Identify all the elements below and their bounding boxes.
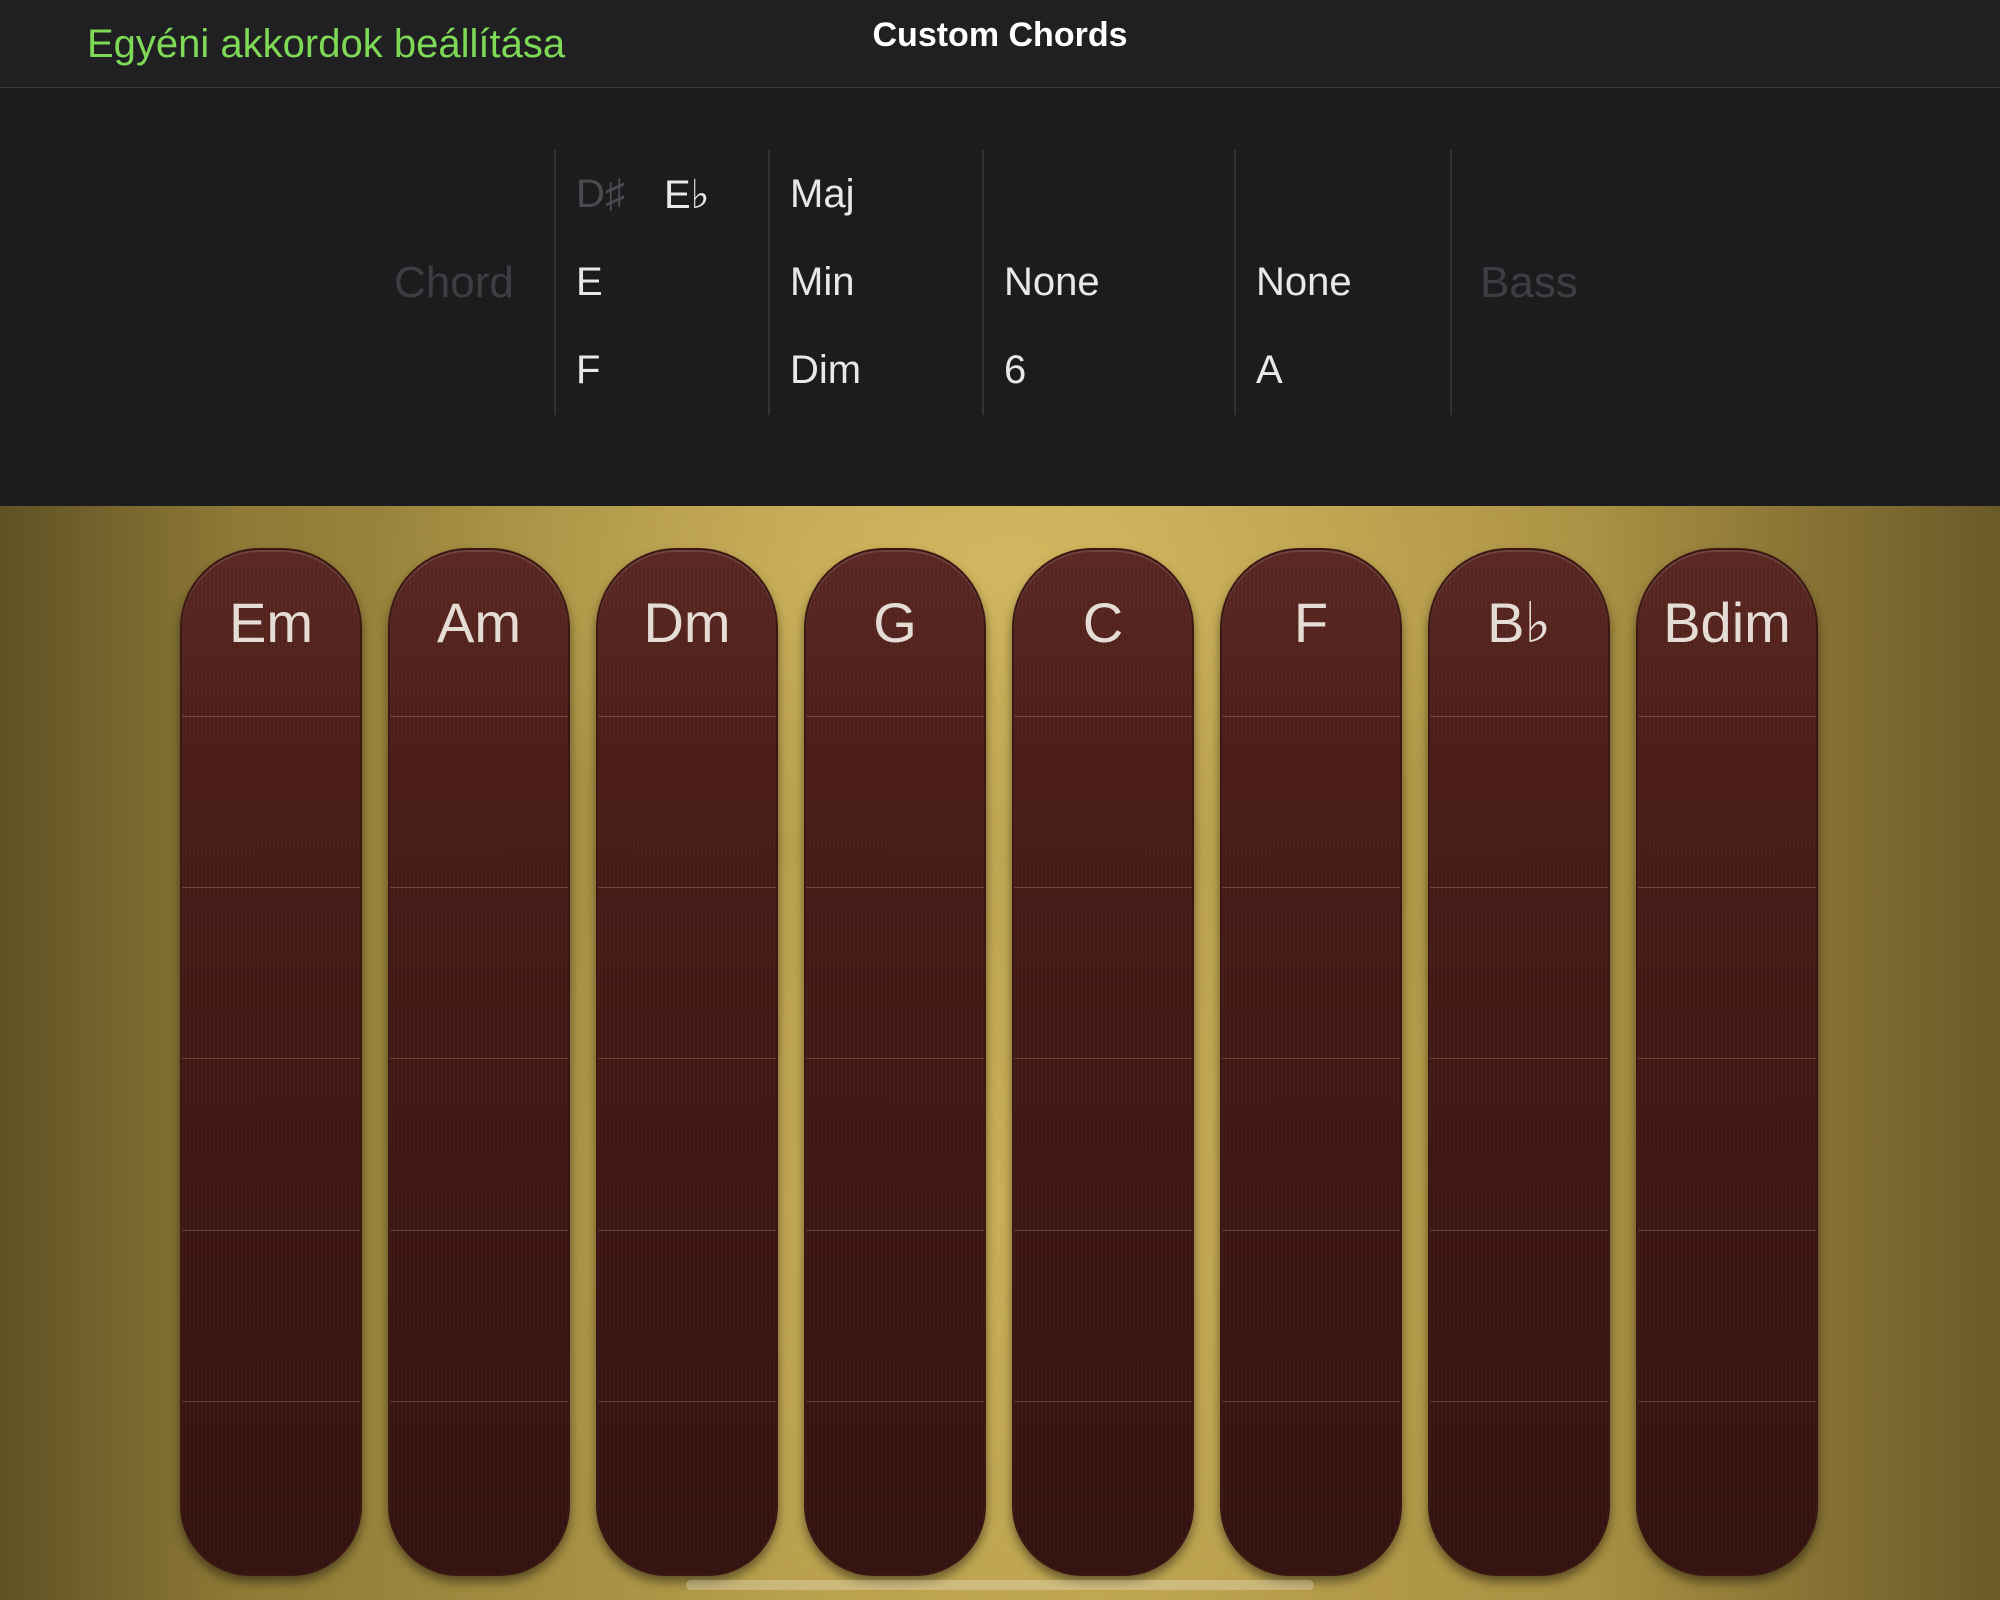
chord-strip-label: Am: [437, 591, 521, 654]
strip-divider: [1638, 887, 1816, 888]
chord-picker: Chord D♯ E♭ E F Maj Min Dim None 6 None …: [0, 88, 2000, 506]
home-indicator[interactable]: [686, 1580, 1314, 1590]
strip-divider: [806, 1230, 984, 1231]
chord-strip[interactable]: G: [804, 548, 986, 1576]
strip-divider: [1430, 1401, 1608, 1402]
strip-divider: [1014, 1401, 1192, 1402]
strip-divider: [598, 887, 776, 888]
root-option-d-sharp[interactable]: D♯: [576, 172, 625, 217]
chord-strip-label: F: [1293, 591, 1329, 654]
quality-option-maj[interactable]: Maj: [790, 172, 854, 217]
root-wheel[interactable]: D♯ E♭ E F: [554, 150, 768, 415]
bass-wheel[interactable]: None A: [1234, 150, 1452, 415]
strip-divider: [182, 1401, 360, 1402]
strip-divider: [1222, 1230, 1400, 1231]
chord-strips-area: Em Am Dm G C F B♭ Bdim: [0, 506, 2000, 1600]
strip-divider: [1014, 1230, 1192, 1231]
strip-divider: [390, 1058, 568, 1059]
strip-divider: [1638, 1230, 1816, 1231]
root-option-e-flat[interactable]: E♭: [664, 172, 710, 218]
strip-divider: [1222, 716, 1400, 717]
chord-strip[interactable]: Bdim: [1636, 548, 1818, 1576]
strip-divider: [806, 1401, 984, 1402]
extension-wheel[interactable]: None 6: [982, 150, 1196, 415]
quality-option-selected[interactable]: Min: [790, 260, 854, 305]
chord-strip[interactable]: Am: [388, 548, 570, 1576]
navigation-bar: Egyéni akkordok beállítása Custom Chords: [0, 0, 2000, 88]
strip-divider: [1222, 887, 1400, 888]
chord-strip-label: G: [873, 591, 917, 654]
extension-option-6[interactable]: 6: [1004, 348, 1026, 393]
strip-divider: [1014, 887, 1192, 888]
strip-divider: [1014, 716, 1192, 717]
chord-label: Chord: [394, 258, 514, 307]
bass-label: Bass: [1480, 258, 1578, 307]
strip-divider: [806, 887, 984, 888]
quality-option-dim[interactable]: Dim: [790, 348, 861, 393]
root-option-f[interactable]: F: [576, 348, 600, 393]
strip-divider: [598, 716, 776, 717]
bass-option-selected[interactable]: None: [1256, 260, 1352, 305]
strip-divider: [390, 887, 568, 888]
strip-divider: [598, 1401, 776, 1402]
strip-divider: [182, 1058, 360, 1059]
strip-divider: [598, 1058, 776, 1059]
chord-strip[interactable]: C: [1012, 548, 1194, 1576]
strip-divider: [1430, 716, 1608, 717]
strip-divider: [1638, 1401, 1816, 1402]
strip-divider: [1430, 887, 1608, 888]
chord-strip[interactable]: Dm: [596, 548, 778, 1576]
strip-divider: [1014, 1058, 1192, 1059]
root-option-selected[interactable]: E: [576, 260, 603, 305]
strip-divider: [598, 1230, 776, 1231]
chord-strip-label: C: [1082, 591, 1124, 654]
strip-divider: [182, 716, 360, 717]
strip-divider: [806, 1058, 984, 1059]
quality-wheel[interactable]: Maj Min Dim: [768, 150, 982, 415]
page-title: Custom Chords: [872, 16, 1128, 54]
strip-divider: [1222, 1058, 1400, 1059]
strip-divider: [1222, 1401, 1400, 1402]
chord-strip-label: Em: [229, 591, 313, 654]
strip-divider: [1638, 716, 1816, 717]
custom-chords-screen: Egyéni akkordok beállítása Custom Chords…: [0, 0, 2000, 1600]
strip-divider: [1638, 1058, 1816, 1059]
chord-strip[interactable]: B♭: [1428, 548, 1610, 1576]
strip-divider: [1430, 1058, 1608, 1059]
bass-option-a[interactable]: A: [1256, 348, 1283, 393]
chord-strip[interactable]: F: [1220, 548, 1402, 1576]
strip-divider: [182, 1230, 360, 1231]
strip-divider: [390, 1401, 568, 1402]
extension-option-selected[interactable]: None: [1004, 260, 1100, 305]
strip-divider: [1430, 1230, 1608, 1231]
strip-divider: [806, 716, 984, 717]
chord-strip-label: B♭: [1487, 591, 1551, 654]
chord-strip-label: Dm: [643, 591, 731, 654]
strip-divider: [182, 887, 360, 888]
chord-strip-label: Bdim: [1663, 591, 1791, 654]
strip-divider: [390, 1230, 568, 1231]
strip-divider: [390, 716, 568, 717]
chord-strip[interactable]: Em: [180, 548, 362, 1576]
